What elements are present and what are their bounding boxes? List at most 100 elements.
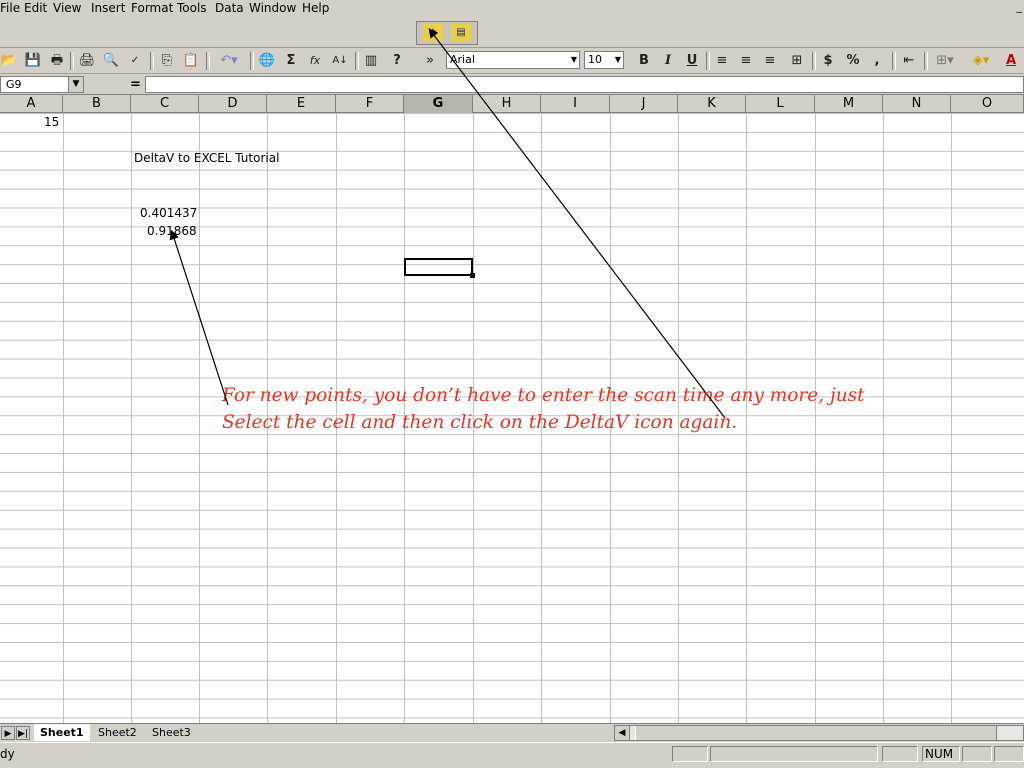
column-header[interactable]: M: [815, 95, 883, 113]
status-panel: [672, 746, 708, 762]
decrease-indent-icon[interactable]: ⇤: [900, 52, 918, 70]
menu-edit[interactable]: Edit: [24, 1, 47, 15]
merge-center-icon[interactable]: ⊞: [788, 52, 806, 70]
underline-button[interactable]: U: [684, 52, 700, 70]
tab-sheet3[interactable]: Sheet3: [146, 724, 197, 741]
menu-window[interactable]: Window: [249, 1, 296, 15]
menu-view[interactable]: View: [53, 1, 81, 15]
tab-sheet1[interactable]: Sheet1: [34, 724, 90, 741]
save-icon[interactable]: 💾: [24, 52, 42, 70]
separator: [812, 52, 816, 70]
fill-handle[interactable]: [470, 273, 475, 278]
font-color-icon[interactable]: A: [1002, 52, 1020, 70]
font-size-select[interactable]: 10 ▼: [584, 51, 624, 69]
menu-format[interactable]: Format: [131, 1, 173, 15]
align-right-icon[interactable]: ≡: [762, 52, 778, 70]
column-header[interactable]: O: [951, 95, 1024, 113]
preview-icon[interactable]: 🔍: [102, 52, 120, 70]
gridline: [63, 113, 64, 723]
tab-sheet2[interactable]: Sheet2: [92, 724, 143, 741]
annotation-line-1: For new points, you don’t have to enter …: [222, 385, 865, 406]
separator: [250, 52, 254, 70]
column-header[interactable]: H: [473, 95, 541, 113]
borders-icon[interactable]: ⊞▾: [930, 52, 960, 70]
column-header-active[interactable]: G: [404, 95, 473, 113]
help-icon[interactable]: ?: [388, 52, 406, 70]
formula-input[interactable]: [145, 76, 1024, 93]
column-headers: A B C D E F G H I J K L M N O: [0, 95, 1024, 113]
scroll-left-icon[interactable]: ◀: [615, 726, 630, 740]
chevron-down-icon: ▼: [570, 55, 577, 64]
chevron-down-icon[interactable]: ▼: [68, 77, 83, 92]
separator: [924, 52, 928, 70]
cell-c3-title[interactable]: DeltaV to EXCEL Tutorial: [134, 151, 279, 165]
deltav-toolbar-row: ★ ▤: [0, 18, 1024, 48]
undo-icon[interactable]: ↶▾: [214, 52, 244, 70]
chevron-down-icon: ▼: [614, 55, 621, 64]
bold-button[interactable]: B: [636, 52, 652, 70]
column-header[interactable]: N: [883, 95, 951, 113]
cell-a1[interactable]: 15: [44, 115, 59, 129]
spelling-icon[interactable]: ✓: [126, 52, 144, 70]
column-header[interactable]: F: [336, 95, 404, 113]
tab-scroll-right-icon[interactable]: ▶: [1, 726, 15, 740]
column-header[interactable]: E: [267, 95, 336, 113]
gridline: [951, 113, 952, 723]
deltav-export-icon[interactable]: ▤: [451, 24, 471, 42]
paste-icon[interactable]: 📋: [182, 52, 200, 70]
print-icon[interactable]: 🖶: [48, 52, 66, 70]
more-buttons-icon[interactable]: »: [422, 52, 438, 70]
separator: [892, 52, 896, 70]
status-panel: [882, 746, 918, 762]
align-left-icon[interactable]: ≡: [714, 52, 730, 70]
italic-button[interactable]: I: [660, 52, 676, 70]
standard-toolbar: 📂 💾 🖶 🖨 🔍 ✓ ⎘ 📋 ↶▾ 🌐 Σ fx A↓ ▥ ? » Arial…: [0, 48, 1024, 74]
status-text: dy: [0, 747, 15, 761]
gridline: [199, 113, 200, 723]
name-box-value: G9: [6, 78, 22, 91]
column-header[interactable]: B: [63, 95, 131, 113]
align-center-icon[interactable]: ≡: [738, 52, 754, 70]
column-header[interactable]: K: [678, 95, 746, 113]
chart-wizard-icon[interactable]: ▥: [362, 52, 380, 70]
tab-scroll-last-icon[interactable]: ▶|: [16, 726, 30, 740]
font-name-value: Arial: [450, 53, 475, 66]
menu-file[interactable]: File: [0, 1, 20, 15]
column-header[interactable]: J: [610, 95, 678, 113]
fill-color-icon[interactable]: ◈▾: [966, 52, 996, 70]
menu-insert[interactable]: Insert: [91, 1, 125, 15]
gridline: [131, 113, 132, 723]
percent-button[interactable]: %: [844, 52, 862, 70]
deltav-icon[interactable]: ★: [423, 24, 443, 42]
separator: [206, 52, 210, 70]
column-header[interactable]: I: [541, 95, 610, 113]
font-name-select[interactable]: Arial ▼: [446, 51, 580, 69]
autosum-icon[interactable]: Σ: [282, 52, 300, 70]
menu-data[interactable]: Data: [215, 1, 244, 15]
horizontal-scrollbar[interactable]: ◀: [614, 725, 1024, 741]
function-icon[interactable]: fx: [306, 52, 324, 70]
selected-cell[interactable]: [404, 258, 473, 276]
currency-button[interactable]: $: [820, 52, 836, 70]
minimize-button[interactable]: _: [1000, 0, 1023, 16]
column-header[interactable]: L: [746, 95, 815, 113]
sort-ascending-icon[interactable]: A↓: [330, 52, 350, 70]
hyperlink-icon[interactable]: 🌐: [258, 52, 276, 70]
print-preview-icon[interactable]: 🖨: [78, 52, 96, 70]
status-panel: [994, 746, 1024, 762]
menu-help[interactable]: Help: [302, 1, 329, 15]
status-panel: [962, 746, 992, 762]
open-icon[interactable]: 📂: [0, 52, 18, 70]
cell-c7[interactable]: 0.91868: [147, 224, 197, 238]
num-lock-indicator: NUM: [922, 746, 960, 762]
annotation-line-2: Select the cell and then click on the De…: [222, 412, 738, 433]
menu-tools[interactable]: Tools: [177, 1, 207, 15]
comma-button[interactable]: ,: [870, 52, 884, 70]
column-header[interactable]: D: [199, 95, 267, 113]
separator: [70, 52, 74, 70]
scrollbar-thumb[interactable]: [635, 726, 997, 740]
column-header[interactable]: C: [131, 95, 199, 113]
cell-c6[interactable]: 0.401437: [140, 206, 197, 220]
column-header[interactable]: A: [0, 95, 63, 113]
copy-icon[interactable]: ⎘: [158, 52, 176, 70]
